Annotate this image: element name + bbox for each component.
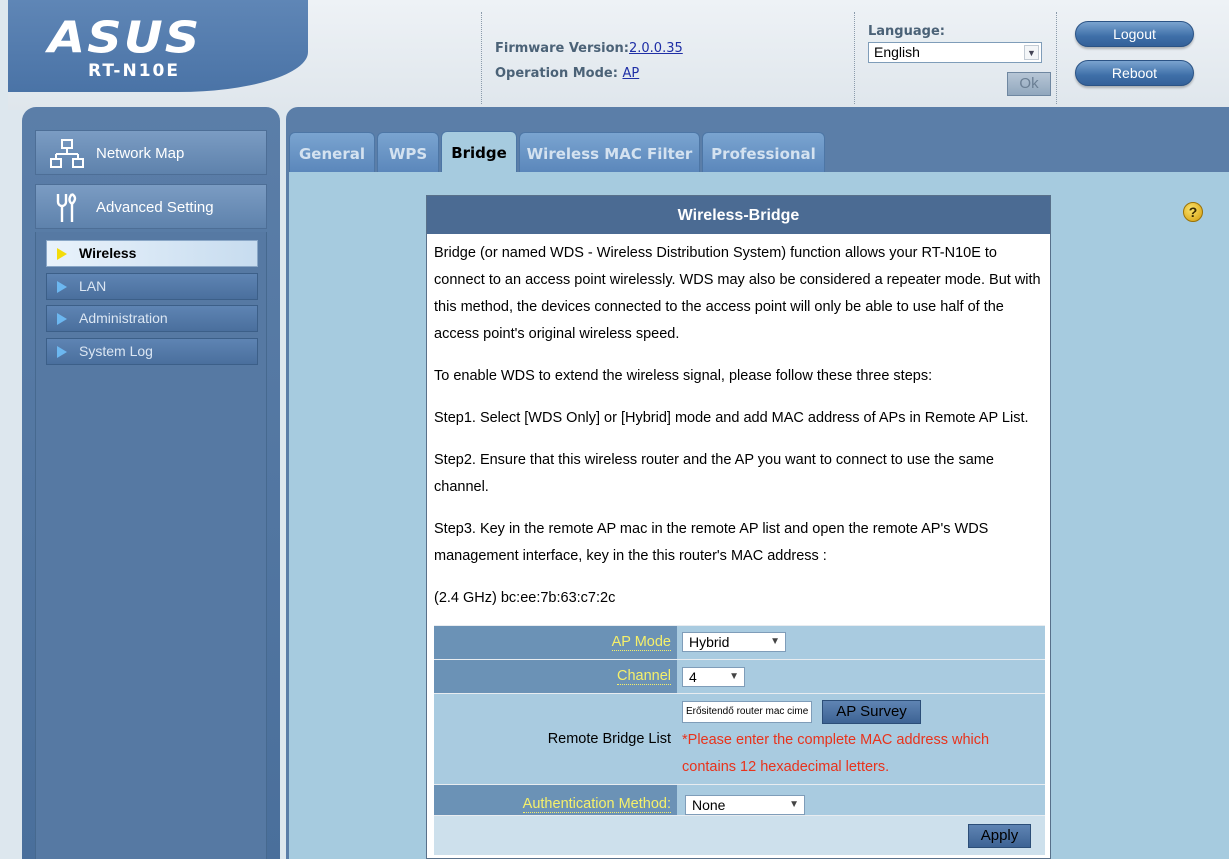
auth-method-value-cell: None ▼ — [677, 785, 1045, 815]
channel-value: 4 — [689, 669, 697, 685]
auth-method-label-cell: Authentication Method: — [434, 785, 677, 815]
sidebar-item-lan[interactable]: LAN — [46, 273, 258, 300]
content-area: ? Wireless-Bridge Bridge (or named WDS -… — [289, 172, 1229, 859]
header: ASUS RT-N10E Firmware Version:2.0.0.35 O… — [8, 0, 1229, 110]
triangle-right-icon — [57, 346, 67, 358]
firmware-version-link[interactable]: 2.0.0.35 — [629, 41, 683, 56]
chevron-down-icon: ▼ — [729, 671, 739, 682]
tab-general[interactable]: General — [289, 132, 375, 172]
ap-mode-label[interactable]: AP Mode — [611, 634, 671, 651]
divider — [854, 12, 855, 104]
remote-bridge-label: Remote Bridge List — [547, 731, 671, 747]
nav-network-map-label: Network Map — [96, 145, 185, 162]
ap-mode-select[interactable]: Hybrid ▼ — [682, 632, 786, 652]
nav-advanced-setting[interactable]: Advanced Setting — [35, 184, 267, 229]
triangle-right-icon — [57, 313, 67, 325]
model-name: RT-N10E — [88, 61, 180, 81]
operation-mode-label: Operation Mode: — [495, 66, 618, 81]
sidebar-item-wireless[interactable]: Wireless — [46, 240, 258, 267]
ok-button[interactable]: Ok — [1007, 72, 1051, 96]
description-paragraph: Bridge (or named WDS - Wireless Distribu… — [434, 245, 1041, 342]
nav-network-map[interactable]: Network Map — [35, 130, 267, 175]
ap-mode-row: AP Mode Hybrid ▼ — [434, 625, 1045, 659]
sidebar-item-label: Administration — [79, 310, 168, 326]
asus-logo: ASUS — [48, 12, 202, 64]
auth-method-row: Authentication Method: None ▼ — [434, 784, 1045, 815]
ap-mode-value: Hybrid — [689, 634, 730, 650]
main-area: General WPS Bridge Wireless MAC Filter P… — [286, 107, 1229, 859]
remote-mac-input[interactable]: Erősitendő router mac cime — [682, 701, 812, 723]
ap-survey-button[interactable]: AP Survey — [822, 700, 921, 724]
description-paragraph: To enable WDS to extend the wireless sig… — [434, 368, 933, 384]
language-label: Language: — [868, 24, 945, 39]
tab-bridge[interactable]: Bridge — [441, 131, 517, 172]
tab-professional[interactable]: Professional — [702, 132, 825, 172]
sidebar-item-system-log[interactable]: System Log — [46, 338, 258, 365]
apply-button[interactable]: Apply — [968, 824, 1031, 848]
wireless-bridge-panel: Wireless-Bridge Bridge (or named WDS - W… — [426, 195, 1051, 859]
apply-row: Apply — [434, 815, 1045, 855]
sidebar-item-label: LAN — [79, 278, 107, 294]
firmware-info: Firmware Version:2.0.0.35 Operation Mode… — [495, 36, 683, 86]
divider — [1056, 12, 1057, 104]
sidebar-item-label: Wireless — [79, 245, 137, 261]
language-select[interactable]: English ▼ — [868, 42, 1042, 63]
ap-mode-value-cell: Hybrid ▼ — [677, 626, 1045, 659]
submenu: Wireless LAN Administration System Log — [35, 232, 267, 859]
triangle-right-icon — [57, 281, 67, 293]
remote-bridge-row: Remote Bridge List Erősitendő router mac… — [434, 693, 1045, 784]
mac-warning-text: *Please enter the complete MAC address w… — [682, 732, 990, 775]
sidebar-item-label: System Log — [79, 343, 153, 359]
auth-method-select[interactable]: None ▼ — [685, 795, 805, 815]
settings-table: AP Mode Hybrid ▼ Channel 4 ▼ Remote Brid… — [434, 625, 1045, 855]
remote-bridge-value-cell: Erősitendő router mac cime AP Survey *Pl… — [677, 694, 1045, 784]
divider — [481, 12, 482, 104]
reboot-button[interactable]: Reboot — [1075, 60, 1194, 86]
mac-address-text: (2.4 GHz) bc:ee:7b:63:c7:2c — [434, 590, 616, 606]
tools-icon — [56, 193, 77, 222]
sidebar: Network Map Advanced Setting Wireless LA… — [22, 107, 280, 859]
triangle-right-icon — [57, 248, 67, 260]
operation-mode-link[interactable]: AP — [622, 66, 639, 81]
logo-area: ASUS RT-N10E — [8, 0, 308, 92]
ap-mode-label-cell: AP Mode — [434, 626, 677, 659]
auth-method-value: None — [692, 797, 726, 813]
tab-wps[interactable]: WPS — [377, 132, 439, 172]
chevron-down-icon: ▼ — [1024, 45, 1039, 60]
channel-value-cell: 4 ▼ — [677, 660, 1045, 693]
channel-select[interactable]: 4 ▼ — [682, 667, 745, 687]
chevron-down-icon: ▼ — [789, 799, 799, 810]
network-map-icon — [50, 139, 84, 168]
description-paragraph: Step3. Key in the remote AP mac in the r… — [434, 521, 989, 564]
nav-advanced-setting-label: Advanced Setting — [96, 199, 214, 216]
remote-bridge-label-cell: Remote Bridge List — [434, 694, 677, 784]
description-paragraph: Step1. Select [WDS Only] or [Hybrid] mod… — [434, 410, 1029, 426]
panel-body: Bridge (or named WDS - Wireless Distribu… — [427, 234, 1050, 612]
chevron-down-icon: ▼ — [770, 636, 780, 647]
description-paragraph: Step2. Ensure that this wireless router … — [434, 452, 994, 495]
tab-wireless-mac-filter[interactable]: Wireless MAC Filter — [519, 132, 700, 172]
channel-label[interactable]: Channel — [616, 668, 671, 685]
firmware-label: Firmware Version: — [495, 41, 629, 56]
sidebar-item-administration[interactable]: Administration — [46, 305, 258, 332]
auth-method-label[interactable]: Authentication Method: — [522, 796, 671, 813]
help-icon[interactable]: ? — [1183, 202, 1203, 222]
language-area: Language: English ▼ Ok — [868, 24, 1051, 96]
channel-row: Channel 4 ▼ — [434, 659, 1045, 693]
logout-button[interactable]: Logout — [1075, 21, 1194, 47]
panel-title: Wireless-Bridge — [427, 196, 1050, 234]
language-value: English — [874, 44, 920, 60]
channel-label-cell: Channel — [434, 660, 677, 693]
